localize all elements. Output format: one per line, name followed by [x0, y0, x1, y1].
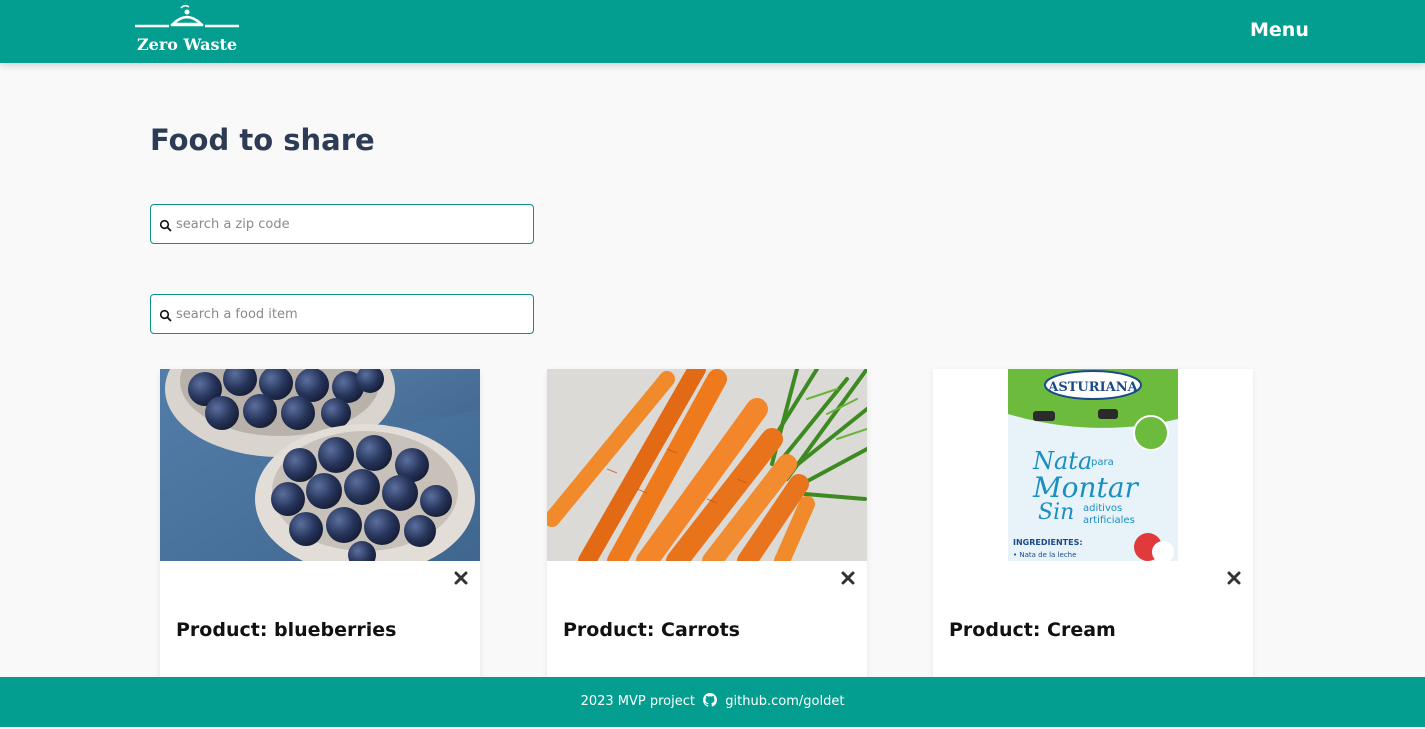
food-search-box[interactable] — [150, 294, 534, 334]
top-navbar: Zero Waste Menu — [0, 0, 1425, 63]
carton-ingredients: INGREDIENTES: — [1013, 538, 1083, 547]
github-link[interactable]: github.com/goldet — [725, 694, 844, 709]
carton-line3c: artificiales — [1083, 515, 1135, 526]
carrots-image — [547, 369, 867, 561]
cream-image: ASTURIANA Nata para Montar Sin aditivos … — [933, 369, 1253, 561]
footer-text: 2023 MVP project github.com/goldet — [0, 693, 1425, 711]
close-icon[interactable] — [1227, 571, 1241, 585]
footer: 2023 MVP project github.com/goldet — [0, 677, 1425, 727]
product-title: Product: Carrots — [563, 619, 740, 641]
close-icon[interactable] — [454, 571, 468, 585]
footer-project-text: 2023 MVP project — [580, 694, 695, 709]
carton-brand: ASTURIANA — [1047, 380, 1138, 395]
food-search-input[interactable] — [176, 303, 526, 325]
carton-line3b: aditivos — [1083, 503, 1122, 514]
product-title: Product: blueberries — [176, 619, 397, 641]
github-icon[interactable] — [703, 693, 718, 707]
carton-line3: Sin — [1038, 500, 1074, 525]
carton-line1b: para — [1091, 457, 1114, 468]
blueberries-image — [160, 369, 480, 561]
product-title: Product: Cream — [949, 619, 1116, 641]
product-card-blueberries[interactable]: Product: blueberries — [160, 369, 480, 699]
page-title: Food to share — [150, 123, 375, 157]
logo-text: Zero Waste — [136, 35, 238, 54]
product-card-carrots[interactable]: Product: Carrots — [547, 369, 867, 699]
search-icon — [159, 219, 172, 232]
zip-search-box[interactable] — [150, 204, 534, 244]
zero-waste-logo[interactable]: Zero Waste — [133, 4, 241, 56]
search-icon — [159, 309, 172, 322]
product-card-cream[interactable]: ASTURIANA Nata para Montar Sin aditivos … — [933, 369, 1253, 699]
serving-dish-icon — [135, 4, 239, 28]
menu-button[interactable]: Menu — [1250, 17, 1309, 43]
zip-search-input[interactable] — [176, 213, 526, 235]
close-icon[interactable] — [841, 571, 855, 585]
carton-ingredients-line: • Nata de la leche — [1013, 551, 1076, 559]
